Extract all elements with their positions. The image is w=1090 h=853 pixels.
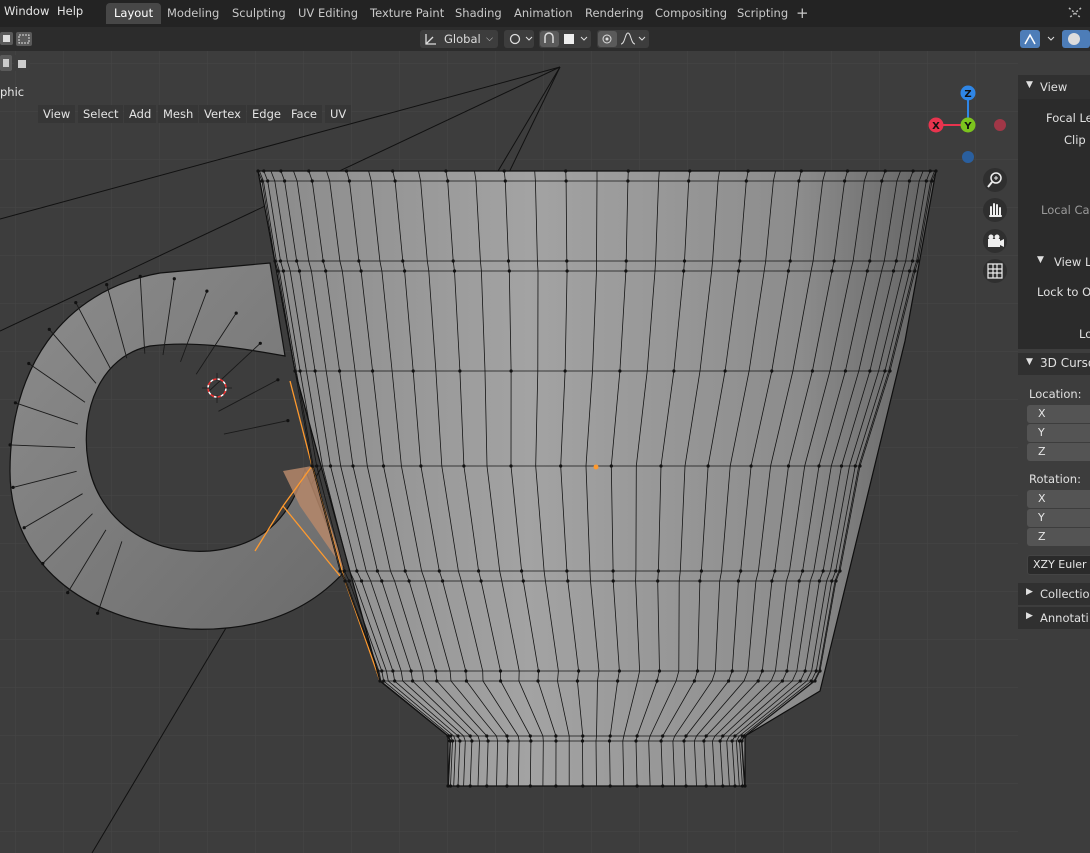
viewport-canvas[interactable]: Z X Y xyxy=(0,51,1018,853)
rotation-label: Rotation: xyxy=(1029,472,1081,486)
ortho-toggle-button[interactable] xyxy=(983,259,1007,283)
location-y-field[interactable]: Y xyxy=(1027,424,1090,442)
orientation-dropdown[interactable]: Global ⌵ xyxy=(420,30,498,48)
view-lock-header[interactable]: ▼ View Lo xyxy=(1018,251,1090,273)
lock-label: Lo xyxy=(1079,327,1090,341)
clip-start-label: Clip S xyxy=(1064,133,1090,147)
sidebar-panel: ▼ View Focal Len Clip S Local Cam ▼ View… xyxy=(1018,75,1090,853)
orientation-label: Global xyxy=(444,32,481,46)
menu-edge[interactable]: Edge xyxy=(247,105,286,123)
collections-label: Collection xyxy=(1040,587,1090,601)
rotation-y-field[interactable]: Y xyxy=(1027,509,1090,527)
tab-layout[interactable]: Layout xyxy=(106,3,162,24)
location-z-label: Z xyxy=(1038,445,1046,458)
lock-to-object-label: Lock to Ob xyxy=(1037,285,1090,299)
zoom-icon xyxy=(987,172,1002,188)
gizmo-neg-x[interactable] xyxy=(994,119,1006,131)
camera-view-button[interactable] xyxy=(983,229,1007,253)
scene-icon[interactable] xyxy=(1066,5,1084,21)
menu-uv[interactable]: UV xyxy=(325,105,352,123)
menu-select[interactable]: Select xyxy=(78,105,124,123)
location-z-field[interactable]: Z xyxy=(1027,443,1090,461)
menu-view[interactable]: View xyxy=(38,105,76,123)
gizmo-neg-z[interactable] xyxy=(962,151,974,163)
annotations-panel-header[interactable]: ▶ Annotati xyxy=(1018,607,1090,629)
grid-icon xyxy=(987,263,1003,279)
select-box-icon[interactable] xyxy=(0,30,36,48)
menu-mesh[interactable]: Mesh xyxy=(158,105,199,123)
gizmo-toggle-icon[interactable] xyxy=(1020,30,1060,48)
snap-group[interactable] xyxy=(539,30,591,48)
tab-compositing[interactable]: Compositing xyxy=(647,3,735,24)
pivot-icon xyxy=(509,33,533,45)
gizmo-y-label: Y xyxy=(963,121,972,132)
pivot-dropdown[interactable] xyxy=(504,30,534,48)
menu-vertex[interactable]: Vertex xyxy=(199,105,246,123)
tab-animation[interactable]: Animation xyxy=(506,3,581,24)
location-y-label: Y xyxy=(1038,426,1045,439)
collections-panel-header[interactable]: ▶ Collection xyxy=(1018,583,1090,605)
tab-scripting[interactable]: Scripting xyxy=(729,3,796,24)
collapse-icon: ▼ xyxy=(1026,80,1033,90)
pan-button[interactable] xyxy=(983,198,1007,222)
zoom-button[interactable] xyxy=(983,168,1007,192)
top-bar: Window Help Layout Modeling Sculpting UV… xyxy=(0,0,1090,27)
add-workspace-button[interactable]: + xyxy=(788,3,817,24)
tab-modeling[interactable]: Modeling xyxy=(159,3,227,24)
tab-rendering[interactable]: Rendering xyxy=(577,3,652,24)
tool-header: Global ⌵ xyxy=(0,27,1090,71)
tab-texture-paint[interactable]: Texture Paint xyxy=(362,3,452,24)
collapse-icon: ▼ xyxy=(1026,357,1033,367)
help-menu[interactable]: Help xyxy=(57,4,83,18)
rotation-x-field[interactable]: X xyxy=(1027,490,1090,508)
focal-length-label: Focal Len xyxy=(1046,111,1090,125)
expand-icon: ▶ xyxy=(1026,587,1033,597)
collapse-icon: ▼ xyxy=(1037,255,1044,265)
gizmo-z-label: Z xyxy=(964,89,971,100)
rotation-z-label: Z xyxy=(1038,530,1046,543)
3d-viewport[interactable]: Z X Y phic xyxy=(0,51,1018,853)
tab-uv-editing[interactable]: UV Editing xyxy=(290,3,366,24)
chevron-down-icon: ⌵ xyxy=(486,34,493,44)
menu-add[interactable]: Add xyxy=(124,105,157,123)
view-lock-label: View Lo xyxy=(1054,255,1090,269)
camera-icon xyxy=(988,234,1004,247)
rotation-mode-label: XZY Euler xyxy=(1033,558,1087,571)
location-x-field[interactable]: X xyxy=(1027,405,1090,423)
tab-sculpting[interactable]: Sculpting xyxy=(224,3,294,24)
viewport-header: View Select Add Mesh Vertex Edge Face UV xyxy=(0,51,1018,123)
cursor-header-label: 3D Curso xyxy=(1040,356,1090,370)
orientation-icon xyxy=(425,34,436,45)
menu-face[interactable]: Face xyxy=(286,105,323,123)
window-menu[interactable]: Window xyxy=(4,4,49,18)
object-origin xyxy=(593,464,599,470)
annotations-label: Annotati xyxy=(1040,611,1089,625)
local-camera-label: Local Cam xyxy=(1041,203,1090,217)
view-panel-header[interactable]: ▼ View xyxy=(1018,75,1090,99)
hand-icon xyxy=(989,203,1002,217)
tab-shading[interactable]: Shading xyxy=(447,3,510,24)
viewport-info-text: phic xyxy=(0,85,25,99)
location-x-label: X xyxy=(1038,407,1046,420)
proportional-group[interactable] xyxy=(597,30,649,48)
expand-icon: ▶ xyxy=(1026,611,1033,621)
view-header-label: View xyxy=(1040,80,1068,94)
gizmo-x-label: X xyxy=(932,121,940,132)
rotation-z-field[interactable]: Z xyxy=(1027,528,1090,546)
rotation-x-label: X xyxy=(1038,492,1046,505)
proportional-icon xyxy=(598,31,646,47)
shading-icon[interactable] xyxy=(1062,30,1090,48)
location-label: Location: xyxy=(1029,387,1082,401)
snap-icon xyxy=(540,31,588,47)
cursor-panel-header[interactable]: ▼ 3D Curso xyxy=(1018,353,1090,375)
rotation-y-label: Y xyxy=(1038,511,1045,524)
rotation-mode-dropdown[interactable]: XZY Euler xyxy=(1027,555,1090,575)
mode-icon[interactable] xyxy=(0,54,32,72)
